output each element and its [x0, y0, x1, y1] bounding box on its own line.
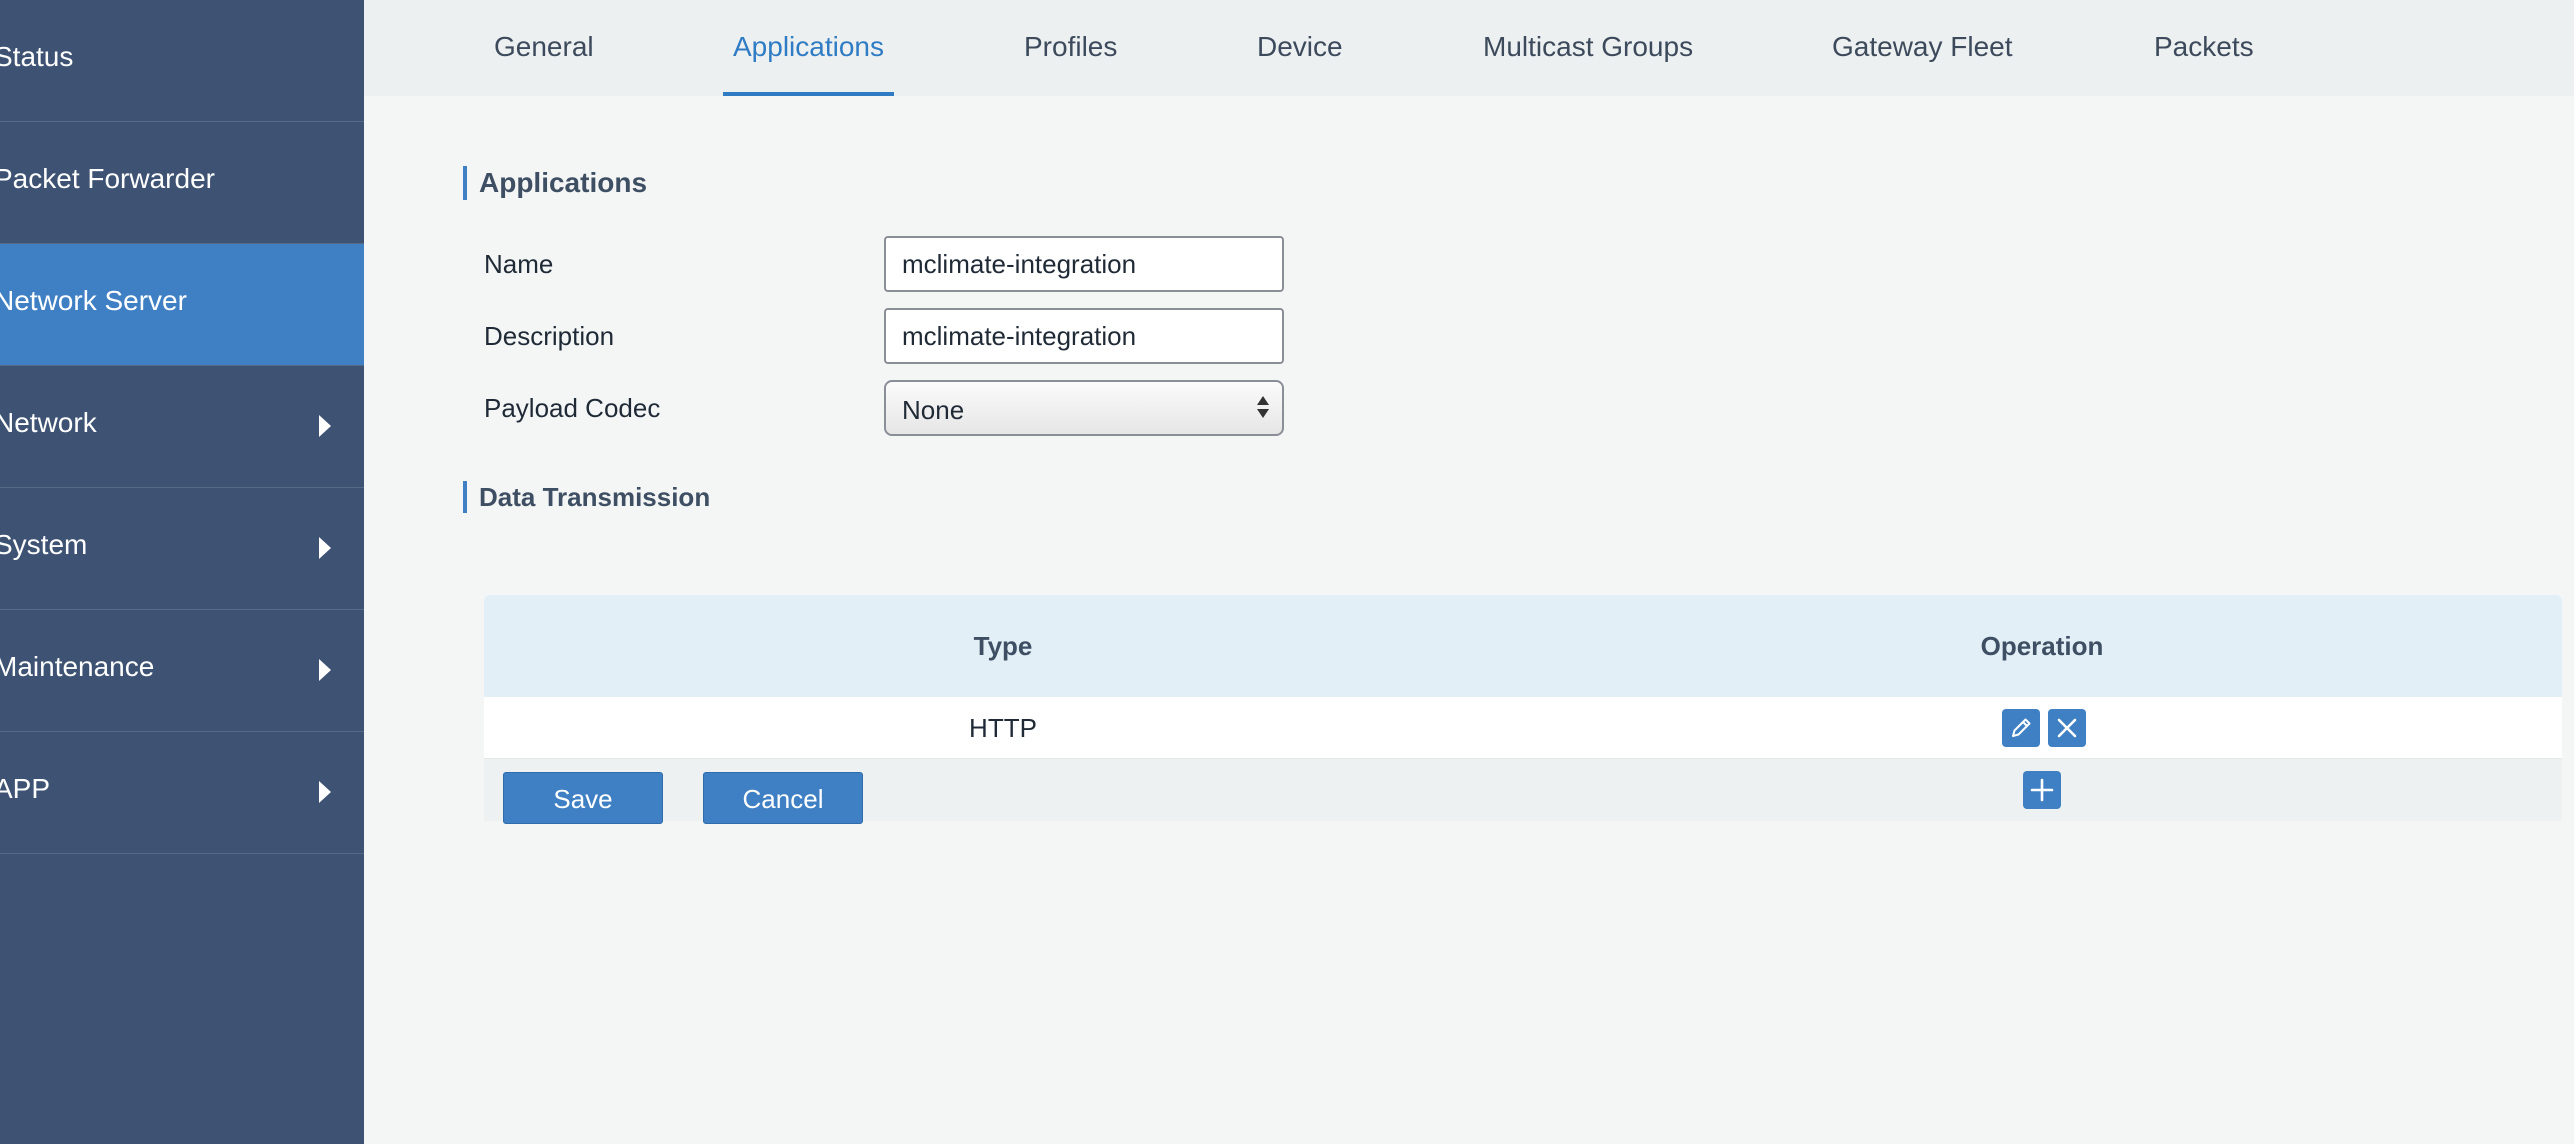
description-label: Description [484, 321, 615, 351]
chevron-right-icon [319, 537, 331, 559]
cancel-button[interactable]: Cancel [703, 772, 863, 824]
sidebar-item-network[interactable]: Network [0, 366, 364, 488]
name-label: Name [484, 249, 554, 279]
sidebar-item-label: Packet Forwarder [0, 163, 215, 194]
pencil-icon[interactable] [2002, 709, 2040, 747]
table-row: HTTP [484, 697, 2562, 759]
sidebar-item-system[interactable]: System [0, 488, 364, 610]
sidebar-item-label: APP [0, 773, 51, 804]
sidebar-item-label: Network Server [0, 285, 187, 316]
sidebar-item-network-server[interactable]: Network Server [0, 244, 364, 366]
chevron-right-icon [319, 781, 331, 803]
close-icon[interactable] [2048, 709, 2086, 747]
sidebar: Status Packet Forwarder Network Server N… [0, 0, 364, 1144]
name-input[interactable] [884, 236, 1284, 292]
select-arrows-icon [1256, 394, 1270, 422]
sidebar-item-label: Network [0, 407, 97, 438]
sidebar-item-maintenance[interactable]: Maintenance [0, 610, 364, 732]
tab-general[interactable]: General [494, 31, 594, 63]
column-header-operation: Operation [1980, 631, 2104, 661]
description-input[interactable] [884, 308, 1284, 364]
app-window: Status Packet Forwarder Network Server N… [0, 0, 2574, 1144]
tab-gateway-fleet[interactable]: Gateway Fleet [1832, 31, 2013, 63]
row-type-cell: HTTP [969, 713, 1037, 743]
payload-codec-value: None [902, 395, 965, 425]
chevron-right-icon [319, 415, 331, 437]
table-header: Type Operation [484, 595, 2562, 697]
sidebar-item-status[interactable]: Status [0, 0, 364, 122]
sidebar-item-label: Maintenance [0, 651, 155, 682]
tab-packets[interactable]: Packets [2154, 31, 2254, 63]
chevron-right-icon [319, 659, 331, 681]
section-title-applications: Applications [463, 166, 647, 200]
column-header-type: Type [973, 631, 1033, 661]
tab-multicast-groups[interactable]: Multicast Groups [1483, 31, 1693, 63]
sidebar-item-packet-forwarder[interactable]: Packet Forwarder [0, 122, 364, 244]
tab-device[interactable]: Device [1257, 31, 1343, 63]
tab-profiles[interactable]: Profiles [1024, 31, 1117, 63]
sidebar-item-label: Status [0, 41, 74, 72]
tab-bar: General Applications Profiles Device Mul… [364, 0, 2574, 96]
payload-codec-select[interactable]: None [884, 380, 1284, 436]
sidebar-item-label: System [0, 529, 88, 560]
sidebar-item-app[interactable]: APP [0, 732, 364, 854]
tab-applications[interactable]: Applications [733, 31, 884, 63]
section-title-data-transmission: Data Transmission [463, 481, 710, 513]
payload-codec-label: Payload Codec [484, 393, 661, 423]
plus-icon[interactable] [2023, 771, 2061, 809]
save-button[interactable]: Save [503, 772, 663, 824]
